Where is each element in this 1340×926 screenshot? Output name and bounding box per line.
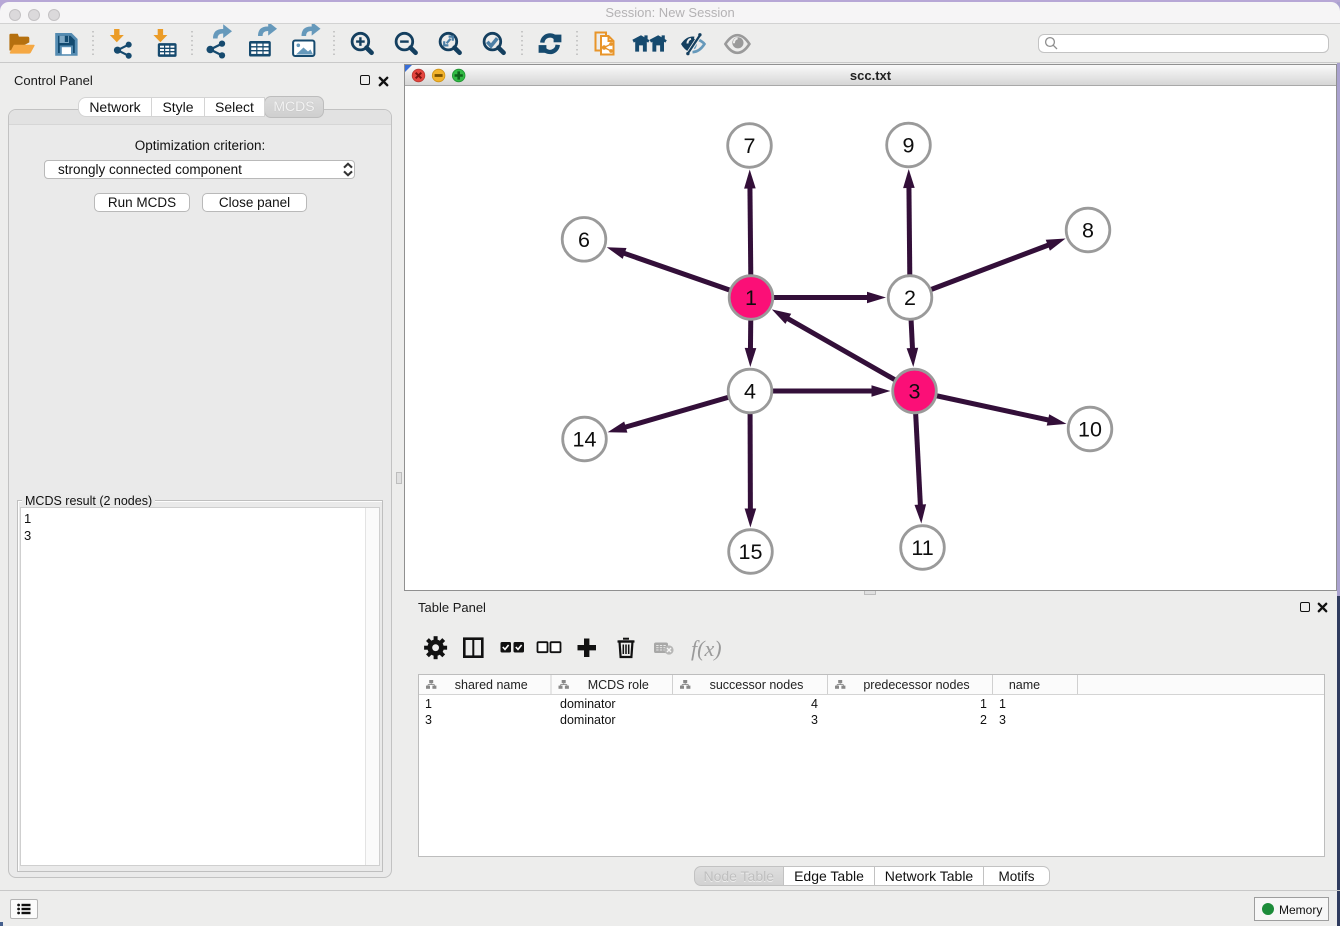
svg-text:1: 1: [980, 697, 987, 711]
svg-text:11: 11: [911, 536, 933, 560]
svg-text:8: 8: [1082, 219, 1094, 243]
svg-text:3: 3: [999, 713, 1006, 727]
svg-text:3: 3: [425, 713, 432, 727]
svg-text:predecessor nodes: predecessor nodes: [863, 678, 969, 692]
svg-text:14: 14: [573, 428, 597, 452]
svg-text:2: 2: [980, 713, 987, 727]
svg-text:9: 9: [903, 134, 915, 158]
svg-text:name: name: [1009, 678, 1040, 692]
svg-text:3: 3: [811, 713, 818, 727]
svg-text:10: 10: [1078, 418, 1102, 442]
svg-text:6: 6: [578, 228, 590, 252]
svg-text:dominator: dominator: [560, 697, 616, 711]
svg-text:4: 4: [744, 380, 756, 404]
svg-text:1: 1: [745, 286, 757, 310]
svg-text:dominator: dominator: [560, 713, 616, 727]
svg-text:1: 1: [999, 697, 1006, 711]
svg-text:shared name: shared name: [455, 678, 528, 692]
svg-text:7: 7: [744, 134, 756, 158]
svg-text:15: 15: [739, 540, 763, 564]
svg-text:3: 3: [909, 380, 921, 404]
svg-text:MCDS role: MCDS role: [588, 678, 649, 692]
svg-text:2: 2: [904, 286, 916, 310]
svg-text:4: 4: [811, 697, 818, 711]
svg-text:f(x): f(x): [691, 636, 722, 661]
svg-text:successor nodes: successor nodes: [710, 678, 804, 692]
svg-text:1: 1: [425, 697, 432, 711]
